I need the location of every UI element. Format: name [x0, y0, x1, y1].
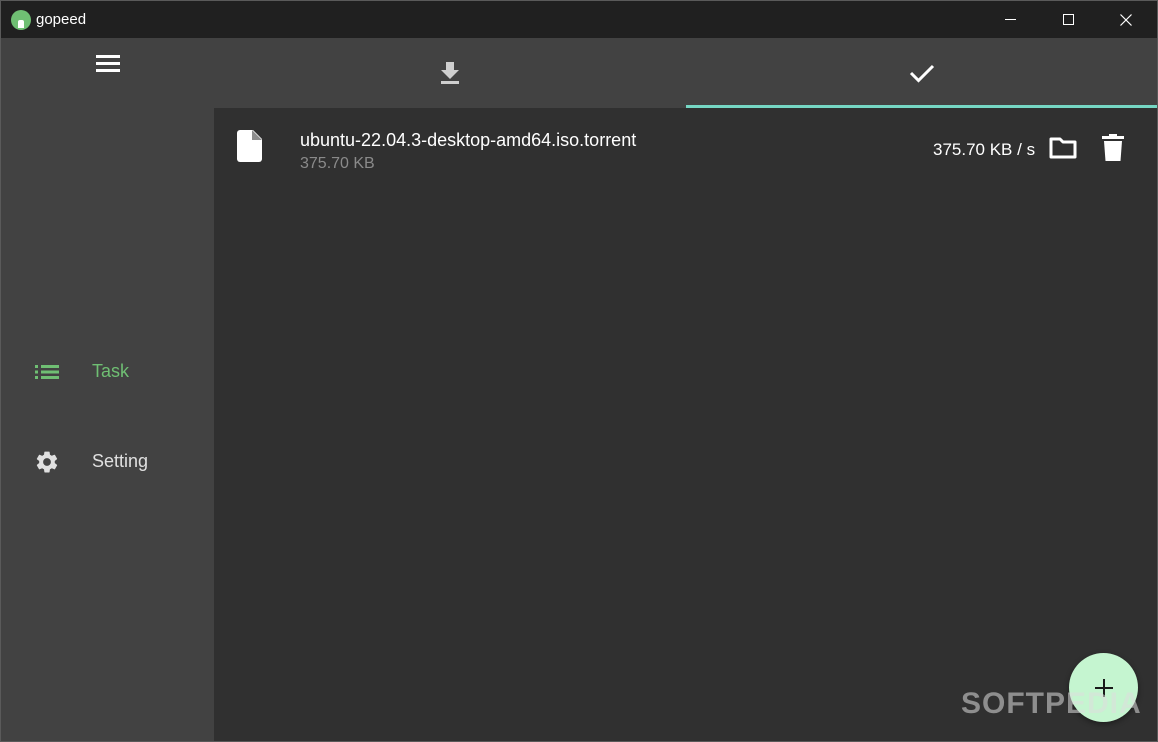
- app-window: gopeed Task Setting ubuntu-22.04.3-deskt…: [0, 0, 1158, 742]
- gear-icon: [36, 451, 58, 473]
- gopeed-logo-icon: [11, 10, 31, 30]
- task-file-name: ubuntu-22.04.3-desktop-amd64.iso.torrent: [300, 130, 637, 150]
- sidebar-item-label: Task: [92, 361, 130, 381]
- list-icon: [35, 365, 59, 379]
- task-file-size: 375.70 KB: [300, 155, 375, 172]
- tab-indicator: [686, 105, 1157, 108]
- minimize-button[interactable]: [981, 1, 1039, 38]
- check-icon: [909, 64, 934, 83]
- maximize-button[interactable]: [1039, 1, 1097, 38]
- menu-icon[interactable]: [96, 55, 120, 73]
- tab-bar: [214, 38, 1157, 108]
- minimize-icon: [1004, 19, 1016, 20]
- main-content: ubuntu-22.04.3-desktop-amd64.iso.torrent…: [214, 38, 1157, 741]
- title-bar: gopeed: [1, 1, 1157, 38]
- close-icon: [1120, 13, 1132, 26]
- delete-icon[interactable]: [1102, 134, 1124, 162]
- tab-done[interactable]: [686, 38, 1157, 108]
- task-speed: 375.70 KB / s: [933, 140, 1036, 159]
- file-icon: [237, 130, 262, 162]
- sidebar-item-label: Setting: [92, 451, 149, 471]
- sidebar-item-setting[interactable]: Setting: [1, 431, 214, 491]
- window-title: gopeed: [36, 11, 87, 28]
- softpedia-watermark: SOFTPEDIA: [961, 687, 1142, 720]
- tab-downloading[interactable]: [214, 38, 685, 108]
- close-button[interactable]: [1097, 1, 1155, 38]
- sidebar: Task Setting: [1, 38, 214, 741]
- maximize-icon: [1062, 14, 1074, 25]
- task-row[interactable]: ubuntu-22.04.3-desktop-amd64.iso.torrent…: [214, 118, 1157, 180]
- download-icon: [440, 62, 459, 84]
- sidebar-item-task[interactable]: Task: [1, 341, 214, 401]
- folder-icon[interactable]: [1049, 136, 1077, 160]
